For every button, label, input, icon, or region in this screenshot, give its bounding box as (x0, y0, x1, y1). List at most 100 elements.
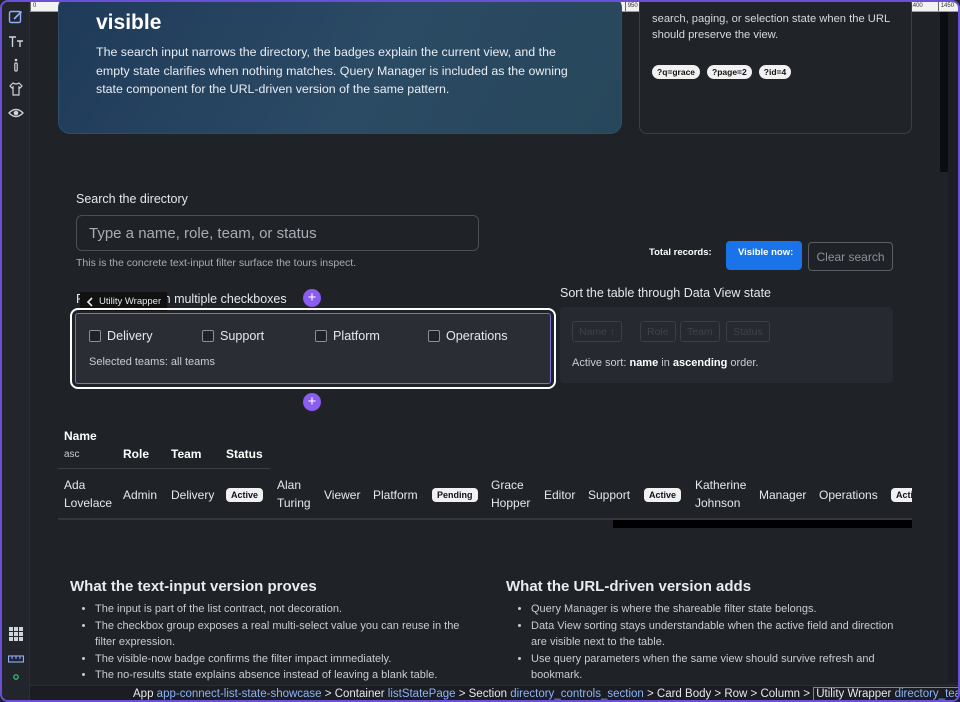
checkbox-operations[interactable]: Operations (428, 329, 508, 343)
vertical-scrollbar[interactable] (940, 12, 948, 172)
checkbox-label: Support (220, 329, 265, 343)
query-chips: ?q=grace ?page=2 ?id=4 (652, 65, 792, 79)
info-icon[interactable] (7, 56, 25, 74)
ruler-tick: 0 (30, 2, 36, 11)
status-badge: Active (644, 488, 682, 502)
search-input[interactable] (76, 215, 479, 251)
cell-role: Manager (759, 488, 807, 502)
query-chip: ?page=2 (707, 65, 752, 79)
hero-body: The search input narrows the directory, … (96, 45, 568, 96)
checkbox-label: Delivery (107, 329, 153, 343)
add-above-button[interactable]: + (303, 289, 321, 307)
cell-role: Editor (544, 488, 576, 502)
query-info-card: search, paging, or selection state when … (639, 2, 912, 134)
cell-name: Katherine Johnson (695, 478, 747, 510)
url-heading: What the URL-driven version adds (506, 578, 752, 595)
header-divider (58, 468, 270, 469)
crumb-label: Utility Wrapper (816, 688, 895, 700)
list-item: The input is part of the list contract, … (95, 601, 461, 618)
checkbox-delivery[interactable]: Delivery (89, 329, 153, 343)
list-item: Data View sorting stays understandable w… (531, 618, 897, 651)
column-header-status[interactable]: Status (226, 447, 263, 461)
selected-teams-text: Selected teams: all teams (89, 356, 215, 368)
active-sort-text: Active sort: name in ascending order. (572, 357, 759, 369)
hero-title: visible (96, 11, 162, 34)
dot-icon (7, 668, 25, 686)
status-badge: Acti (891, 488, 912, 502)
sort-status-button[interactable]: Status (726, 321, 770, 342)
app-frame: 0501001502002503003504004505005506006507… (0, 0, 960, 702)
column-header-role[interactable]: Role (123, 447, 149, 461)
list-item: Query Manager is where the shareable fil… (531, 601, 897, 618)
visible-now-badge: Visible now: (726, 241, 802, 270)
text-input-heading: What the text-input version proves (70, 578, 317, 595)
crumb-section-link[interactable]: directory_controls_section (510, 688, 644, 700)
cell-team: Support (588, 488, 631, 502)
ruler-icon[interactable] (7, 650, 25, 668)
cell-name: Alan Turing (277, 478, 311, 510)
ruler-tick: 1450 (937, 2, 954, 11)
crumb-app-link[interactable]: app-connect-list-state-showcase (157, 688, 322, 700)
sort-team-button[interactable]: Team (680, 321, 720, 342)
crumb-selected[interactable]: Utility Wrapper directory_team_filters (813, 687, 958, 700)
clear-search-button[interactable]: Clear search (808, 242, 893, 271)
grid-icon[interactable] (7, 625, 25, 643)
query-chip: ?id=4 (758, 65, 792, 79)
edit-icon[interactable] (7, 8, 25, 26)
chevron-left-icon (86, 296, 93, 307)
cell-team: Operations (819, 488, 878, 502)
crumb-label: > Card Body > Row > Column > (643, 688, 814, 700)
checkbox-label: Platform (333, 329, 380, 343)
eye-icon[interactable] (7, 104, 25, 122)
checkbox-box[interactable] (89, 330, 101, 342)
status-badge: Active (226, 488, 264, 502)
cell-role: Admin (123, 488, 158, 502)
breadcrumb: App app-connect-list-state-showcase > Co… (30, 685, 958, 700)
left-toolbar (2, 2, 30, 700)
hero-card: visible The search input narrows the dir… (58, 2, 622, 134)
add-below-button[interactable]: + (303, 393, 321, 411)
cell-name: Ada Lovelace (64, 478, 113, 510)
list-item: Use query parameters when the same view … (531, 651, 897, 684)
query-info-text: search, paging, or selection state when … (652, 13, 890, 41)
horizontal-scrollbar[interactable] (613, 520, 912, 528)
search-help-text: This is the concrete text-input filter s… (76, 257, 357, 269)
column-header-name[interactable]: Name (64, 429, 97, 443)
crumb-label: > Section (455, 688, 511, 700)
checkbox-platform[interactable]: Platform (315, 329, 380, 343)
shirt-icon[interactable] (7, 80, 25, 98)
directory-table: Name asc Role Team Status Ada Lovelace Ad… (58, 424, 912, 528)
crumb-container-link[interactable]: listStatePage (388, 688, 456, 700)
url-bullets: Query Manager is where the shareable fil… (517, 601, 897, 684)
team-filter-group (75, 313, 551, 384)
sort-role-button[interactable]: Role (640, 321, 676, 342)
sort-name-button[interactable]: Name ↑ (572, 321, 623, 342)
list-item: The visible-now badge confirms the filte… (95, 651, 461, 668)
checkbox-label: Operations (446, 329, 508, 343)
status-badge: Pending (432, 488, 478, 502)
query-chip: ?q=grace (652, 65, 701, 79)
utility-wrapper-tag-label: Utility Wrapper (99, 296, 162, 307)
checkbox-box[interactable] (315, 330, 327, 342)
sort-label: Sort the table through Data View state (560, 286, 772, 300)
cell-team: Delivery (171, 488, 215, 502)
cell-name: Grace Hopper (491, 478, 531, 510)
search-label: Search the directory (76, 192, 188, 206)
text-icon[interactable] (7, 32, 25, 50)
crumb-label: App (133, 688, 157, 700)
text-input-bullets: The input is part of the list contract, … (81, 601, 461, 684)
name-sort-indicator: asc (64, 449, 80, 460)
list-item: The checkbox group exposes a real multi-… (95, 618, 461, 651)
right-edge-panel (948, 12, 958, 682)
sort-card (560, 307, 893, 383)
crumb-wrapper-link[interactable]: directory_team_filters (895, 688, 958, 700)
total-records-label: Total records: (649, 247, 712, 258)
cell-role: Viewer (324, 488, 361, 502)
list-item: The no-results state explains absence in… (95, 667, 461, 684)
column-header-team[interactable]: Team (171, 447, 201, 461)
crumb-label: > Container (321, 688, 388, 700)
ruler-tick: 950 (624, 2, 638, 11)
checkbox-support[interactable]: Support (202, 329, 264, 343)
checkbox-box[interactable] (428, 330, 440, 342)
checkbox-box[interactable] (202, 330, 214, 342)
